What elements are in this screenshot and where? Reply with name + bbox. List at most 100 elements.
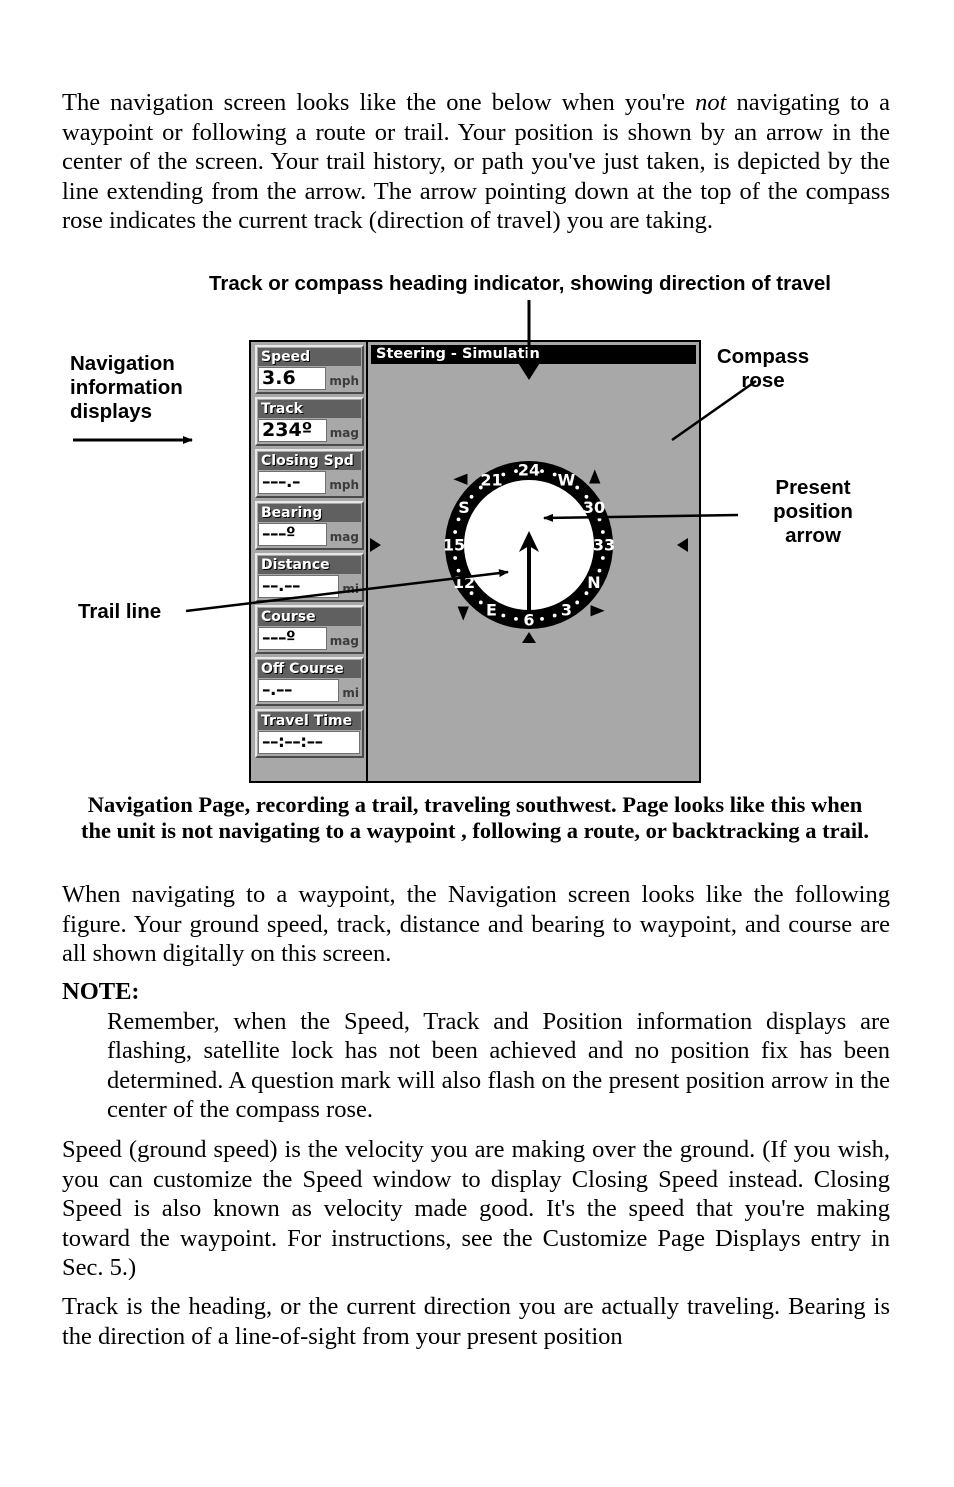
- note-text: Remember, when the Speed, Track and Posi…: [107, 1007, 890, 1124]
- paragraph-speed-text: Speed (ground speed) is the velocity you…: [62, 1136, 890, 1282]
- info-display-track[interactable]: Track 234º mag: [255, 397, 364, 446]
- info-display-label: Closing Spd: [258, 452, 361, 470]
- steering-panel-title: Steering - Simulatin: [371, 345, 696, 364]
- compass-tick-dot: [456, 517, 461, 522]
- info-display-label: Bearing: [258, 504, 361, 522]
- compass-label-24: 24: [518, 461, 540, 480]
- compass-tick-dot: [501, 472, 506, 477]
- note-heading: NOTE:: [62, 978, 140, 1005]
- edge-marker-left: [370, 538, 381, 552]
- compass-tick-dot: [552, 472, 557, 477]
- compass-label-E: E: [486, 600, 497, 619]
- compass-label-6: 6: [523, 611, 534, 630]
- paragraph-track: Track is the heading, or the current dir…: [62, 1292, 890, 1351]
- info-display-label: Travel Time: [258, 712, 361, 730]
- info-display-bearing[interactable]: Bearing –––º mag: [255, 501, 364, 550]
- annotation-compass-rose-line1: Compass: [716, 345, 810, 368]
- info-display-value: 234º: [258, 419, 327, 442]
- info-display-value-row: ––.–– mi: [258, 574, 361, 599]
- compass-tick-dot: [514, 616, 518, 621]
- info-display-label: Speed: [258, 348, 361, 366]
- annotation-navigation-displays-line3: displays: [70, 400, 153, 423]
- compass-label-W: W: [558, 471, 576, 490]
- annotation-present-position-arrow: Present position arrow: [740, 476, 886, 548]
- compass-label-3: 3: [561, 600, 572, 619]
- info-display-value-row: –––º mag: [258, 626, 361, 651]
- compass-tick-dot: [597, 568, 602, 573]
- compass-tick-dot: [584, 591, 589, 596]
- compass-label-S: S: [458, 498, 470, 517]
- info-display-value: ––:––:––: [258, 731, 360, 754]
- paragraph-intro-text: The navigation screen looks like the one…: [62, 88, 890, 236]
- annotation-present-position-line3: arrow: [785, 524, 841, 547]
- info-display-travel-time[interactable]: Travel Time ––:––:––: [255, 709, 364, 758]
- info-display-course[interactable]: Course –––º mag: [255, 605, 364, 654]
- annotation-trail-line: Trail line: [78, 600, 162, 623]
- info-display-value-row: –––.– mph: [258, 470, 361, 495]
- info-display-unit: mag: [329, 530, 359, 544]
- info-display-value-row: –.–– mi: [258, 678, 361, 703]
- annotation-compass-rose: Compass rose: [690, 345, 836, 393]
- annotation-track-indicator: Track or compass heading indicator, show…: [209, 272, 831, 295]
- intro-run-1: The navigation screen looks like the one…: [62, 89, 696, 116]
- paragraph-track-text: Track is the heading, or the current dir…: [62, 1293, 890, 1350]
- info-display-unit: mph: [329, 374, 359, 388]
- figure-caption: Navigation Page, recording a trail, trav…: [81, 792, 869, 843]
- annotation-navigation-displays: Navigation information displays: [70, 352, 255, 424]
- navigation-info-display-column: Speed 3.6 mph Track 234º mag Closing Spd –––.– m…: [251, 342, 368, 781]
- paragraph-when-navigating-text: When navigating to a waypoint, the Navig…: [62, 881, 890, 968]
- paragraph-intro: The navigation screen looks like the one…: [62, 88, 890, 236]
- compass-tick-dot: [453, 530, 458, 534]
- annotation-compass-rose-line2: rose: [741, 369, 785, 392]
- compass-tick-dot: [453, 556, 458, 560]
- compass-label-12: 12: [453, 573, 475, 592]
- info-display-unit: mi: [342, 582, 359, 596]
- compass-tick-dot: [552, 613, 557, 618]
- compass-rose-svg: 24 W 30 33 N3 6 E 12 15 S 21: [370, 364, 688, 643]
- info-display-value: –.––: [258, 679, 340, 702]
- info-display-value-row: 3.6 mph: [258, 366, 361, 391]
- compass-label-N: N: [587, 573, 600, 592]
- paragraph-speed: Speed (ground speed) is the velocity you…: [62, 1135, 890, 1283]
- intro-run-italic: not: [695, 89, 727, 116]
- info-display-value-row: ––:––:––: [258, 730, 361, 755]
- info-display-unit: mag: [329, 426, 359, 440]
- annotation-present-position-line2: position: [773, 500, 853, 523]
- info-display-label: Off Course: [258, 660, 361, 678]
- info-display-distance[interactable]: Distance ––.–– mi: [255, 553, 364, 602]
- info-display-value: 3.6: [258, 367, 327, 390]
- note-block: NOTE: Remember, when the Speed, Track an…: [62, 977, 890, 1125]
- compass-tick-dot: [478, 600, 483, 605]
- compass-tick-dot: [575, 485, 580, 490]
- compass-label-15: 15: [443, 536, 465, 555]
- compass-label-30: 30: [583, 498, 605, 517]
- annotation-navigation-displays-line2: information: [70, 376, 183, 399]
- steering-panel: Steering - Simulatin 24 W 30 33 N 3 6 E 12 15 S 21: [368, 342, 699, 781]
- heading-indicator-arrow: [518, 364, 540, 380]
- annotation-navigation-displays-line1: Navigation: [70, 352, 175, 375]
- edge-marker-bottom: [522, 632, 536, 643]
- compass-tick-dot: [501, 613, 506, 618]
- info-display-label: Track: [258, 400, 361, 418]
- info-display-unit: mag: [329, 634, 359, 648]
- info-display-label: Course: [258, 608, 361, 626]
- info-display-unit: mi: [342, 686, 359, 700]
- info-display-speed[interactable]: Speed 3.6 mph: [255, 345, 364, 394]
- info-display-value: ––.––: [258, 575, 340, 598]
- compass-tick-dot: [597, 517, 602, 522]
- compass-tick-dot: [514, 469, 518, 474]
- annotation-present-position-line1: Present: [775, 476, 851, 499]
- compass-label-33: 33: [593, 536, 615, 555]
- compass-tick-dot: [456, 568, 461, 573]
- compass-label-21: 21: [480, 471, 502, 490]
- compass-rose-area: 24 W 30 33 N 3 6 E 12 15 S 21: [368, 364, 699, 781]
- compass-tick-dot: [575, 600, 580, 605]
- info-display-off-course[interactable]: Off Course –.–– mi: [255, 657, 364, 706]
- edge-marker-right: [677, 538, 688, 552]
- info-display-value: –––º: [258, 627, 327, 650]
- info-display-value-row: 234º mag: [258, 418, 361, 443]
- info-display-closing-spd[interactable]: Closing Spd –––.– mph: [255, 449, 364, 498]
- compass-tick-dot: [540, 616, 544, 621]
- info-display-unit: mph: [329, 478, 359, 492]
- gps-navigation-screen: Speed 3.6 mph Track 234º mag Closing Spd –––.– m…: [249, 340, 701, 783]
